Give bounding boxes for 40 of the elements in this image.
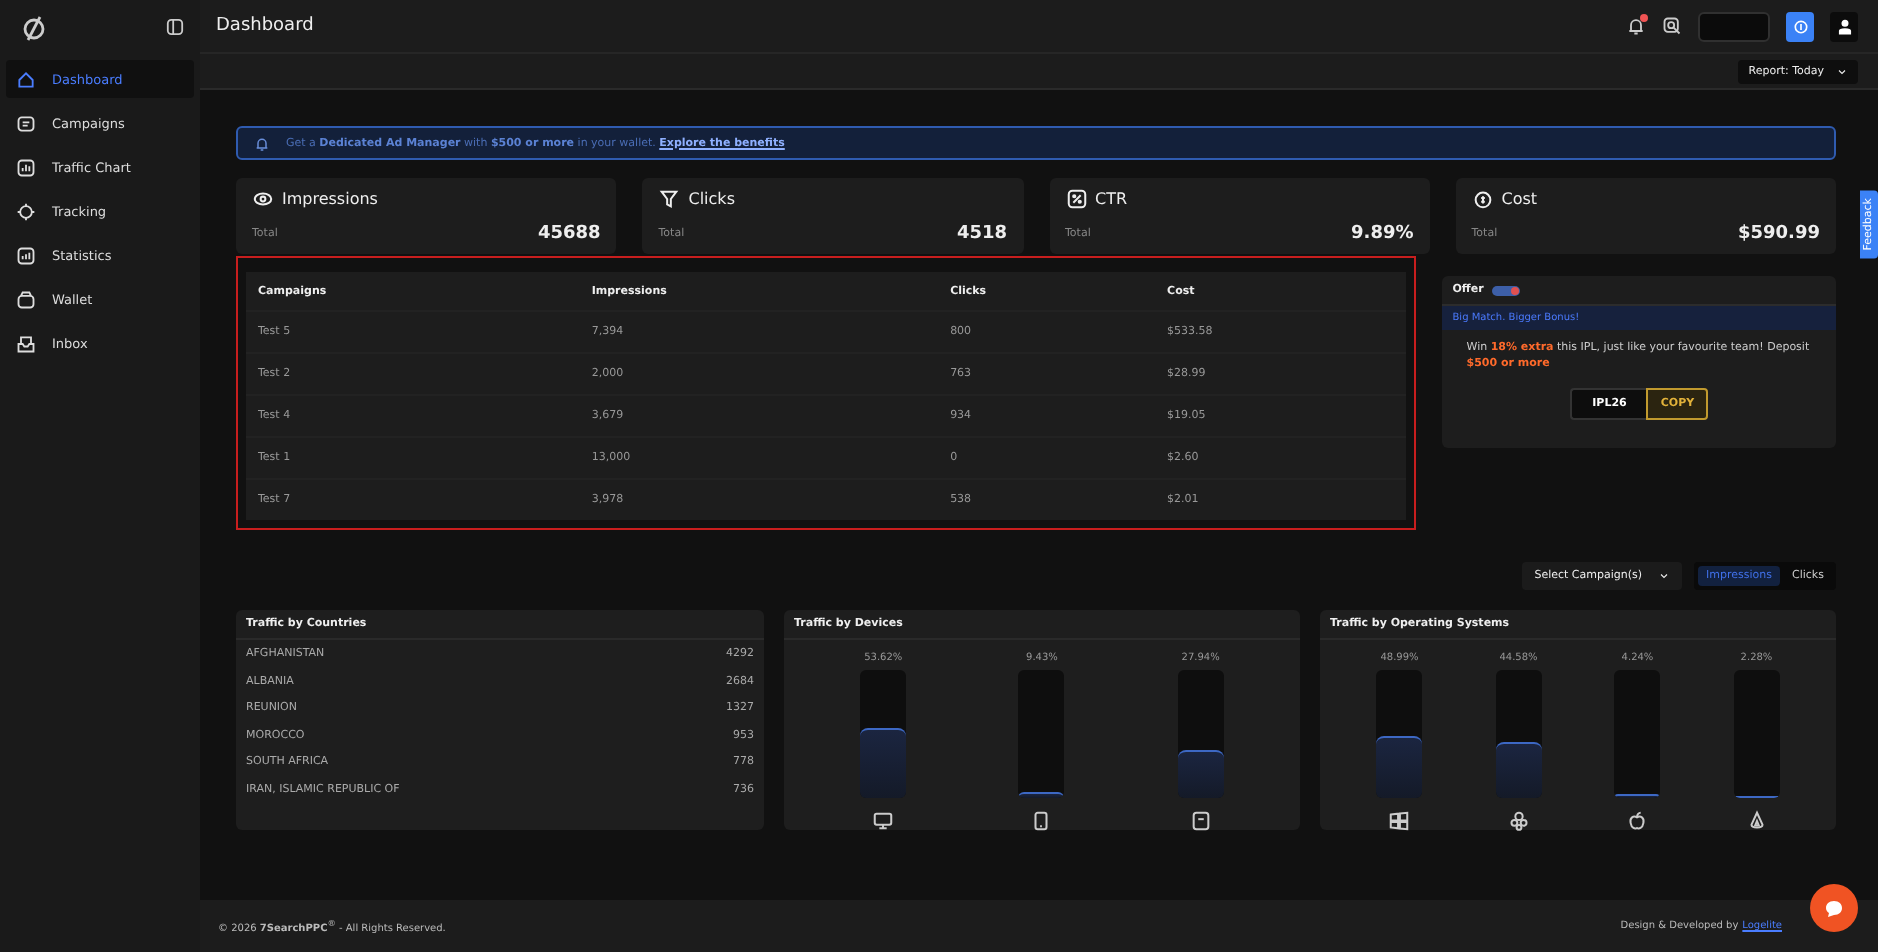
tag-icon [1491, 285, 1520, 295]
balance-field [1698, 11, 1770, 41]
chevron-down-icon [1658, 570, 1671, 582]
chat-icon [1822, 896, 1846, 920]
stat-title: CTR [1095, 190, 1128, 208]
chart-icon [16, 157, 36, 177]
stat-title: Cost [1501, 190, 1538, 208]
stat-value: 9.89% [1351, 224, 1414, 244]
chevron-down-icon [1836, 65, 1848, 77]
target-icon [16, 201, 36, 221]
tablet-icon [1189, 810, 1212, 832]
bell-icon [254, 135, 270, 151]
home-icon [16, 69, 36, 89]
desktop-icon [872, 810, 895, 832]
stat-value: 4518 [956, 224, 1007, 244]
user-button[interactable] [1830, 11, 1858, 41]
percent-icon [1065, 188, 1087, 210]
notification-bell-icon[interactable] [1626, 16, 1646, 36]
phone-icon [1030, 810, 1053, 832]
wallet-button[interactable] [1786, 11, 1814, 41]
apple-icon [1626, 810, 1649, 832]
sidebar-toggle-icon[interactable] [166, 18, 184, 36]
logo-icon [20, 13, 48, 41]
inbox-icon [16, 333, 36, 353]
stats-icon [16, 245, 36, 265]
flame-icon [1745, 810, 1768, 832]
screen-search-icon [1662, 16, 1682, 36]
coin-icon [1471, 188, 1494, 210]
stat-title: Impressions [282, 190, 378, 208]
stat-value: $590.99 [1738, 224, 1820, 244]
page-title: Dashboard [216, 16, 314, 36]
eye-icon [252, 188, 274, 210]
stat-title: Clicks [688, 190, 735, 208]
stat-value: 45688 [537, 224, 601, 244]
coin-icon [1791, 17, 1809, 35]
ad-card-icon [16, 113, 36, 133]
chat-button[interactable] [1810, 884, 1858, 932]
windows-icon [1388, 810, 1411, 832]
user-icon [1835, 17, 1853, 35]
wallet-icon [16, 289, 36, 309]
